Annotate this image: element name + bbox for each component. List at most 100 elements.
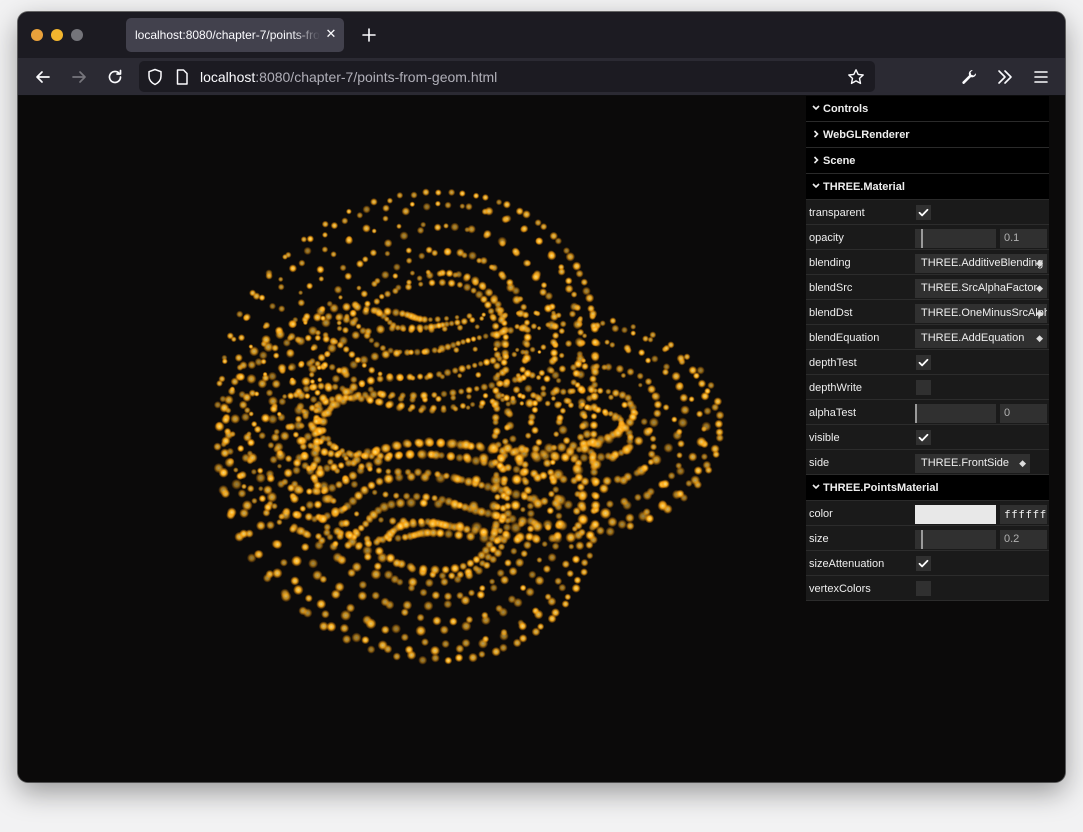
folder-controls[interactable]: Controls — [806, 96, 1049, 122]
folder-scene[interactable]: Scene — [806, 148, 1049, 174]
select-value: THREE.OneMinusSrcAlphaFactor — [921, 307, 1047, 319]
size-slider[interactable] — [915, 530, 996, 549]
particle-point — [561, 600, 570, 608]
particle-point — [333, 450, 342, 459]
particle-point — [234, 353, 243, 362]
window-maximize-button[interactable] — [71, 29, 83, 41]
transparent-checkbox[interactable] — [916, 205, 931, 220]
particle-point — [540, 343, 547, 351]
particle-point — [338, 335, 349, 346]
blendequation-select[interactable]: THREE.AddEquation ◆ — [915, 329, 1047, 348]
prop-opacity: opacity 0.1 — [806, 225, 1049, 250]
folder-webglrenderer[interactable]: WebGLRenderer — [806, 122, 1049, 148]
window-close-button[interactable] — [31, 29, 43, 41]
particle-point — [422, 202, 431, 211]
reload-button[interactable] — [105, 67, 125, 87]
color-hex-input[interactable]: ffffff — [1000, 505, 1047, 524]
folder-three-pointsmaterial[interactable]: THREE.PointsMaterial — [806, 475, 1049, 501]
particle-point — [304, 512, 314, 522]
particle-point — [277, 413, 286, 422]
opacity-input[interactable]: 0.1 — [1000, 229, 1047, 248]
sizeattenuation-checkbox[interactable] — [916, 556, 931, 571]
particle-point — [394, 472, 405, 483]
particle-point — [247, 452, 258, 463]
particle-point — [307, 325, 318, 336]
back-button[interactable] — [33, 67, 53, 87]
size-input[interactable]: 0.2 — [1000, 530, 1047, 549]
particle-point — [549, 312, 559, 322]
particle-point — [282, 253, 288, 260]
bookmark-star-button[interactable] — [846, 67, 866, 87]
particle-point — [575, 541, 585, 551]
particle-point — [405, 257, 413, 265]
blenddst-select[interactable]: THREE.OneMinusSrcAlphaFactor◆ — [915, 304, 1047, 323]
particle-point — [366, 375, 376, 386]
particle-point — [498, 512, 508, 522]
depthwrite-checkbox[interactable] — [916, 380, 931, 395]
opacity-slider[interactable] — [915, 229, 996, 248]
devtools-button[interactable] — [959, 67, 979, 87]
particle-point — [254, 549, 264, 560]
particle-point — [357, 590, 368, 601]
page-icon[interactable] — [172, 67, 192, 87]
particle-point — [265, 272, 273, 280]
particle-point — [549, 450, 559, 461]
particle-point — [477, 638, 489, 649]
visible-checkbox[interactable] — [916, 430, 931, 445]
chevron-right-icon — [813, 156, 819, 164]
particle-point — [310, 429, 320, 439]
prop-side: side THREE.FrontSide ◆ — [806, 450, 1049, 475]
tab-close-icon[interactable]: ✕ — [324, 27, 338, 41]
color-swatch[interactable] — [915, 505, 996, 524]
particle-point — [456, 372, 463, 379]
particle-point — [351, 561, 362, 573]
particle-point — [663, 344, 671, 352]
particle-point — [671, 371, 681, 382]
prop-label: blending — [809, 257, 851, 269]
app-menu-button[interactable] — [1031, 67, 1051, 87]
particle-point — [637, 348, 646, 357]
url-text[interactable]: localhost:8080/chapter-7/points-from-geo… — [200, 69, 497, 85]
window-minimize-button[interactable] — [51, 29, 63, 41]
particle-point — [393, 450, 404, 461]
particle-point — [443, 315, 450, 322]
particle-point — [443, 247, 453, 257]
alphatest-slider[interactable] — [915, 404, 996, 423]
particle-point — [286, 392, 295, 400]
particle-point — [334, 581, 345, 593]
side-select[interactable]: THREE.FrontSide ◆ — [915, 454, 1030, 473]
particle-point — [492, 361, 502, 370]
particle-point — [541, 540, 548, 548]
particle-point — [522, 259, 531, 268]
depthtest-checkbox[interactable] — [916, 355, 931, 370]
particle-point — [696, 366, 705, 375]
particle-point — [552, 485, 560, 494]
particle-point — [540, 223, 548, 231]
particle-point — [224, 457, 235, 468]
points-geometry-scene[interactable] — [18, 96, 806, 782]
particle-point — [677, 417, 689, 429]
particle-point — [564, 593, 572, 601]
particle-point — [406, 471, 417, 482]
particle-point — [549, 338, 558, 347]
alphatest-input[interactable]: 0 — [1000, 404, 1047, 423]
particle-point — [386, 499, 397, 510]
particle-point — [528, 570, 537, 579]
webgl-viewport[interactable]: Controls WebGLRenderer Scene THREE.Mater… — [18, 96, 1065, 782]
tab-active[interactable]: localhost:8080/chapter-7/points-from-geo… — [126, 18, 344, 52]
particle-point — [615, 364, 625, 374]
new-tab-button[interactable] — [360, 26, 378, 44]
prop-blending: blending THREE.AdditiveBlending ◆ — [806, 250, 1049, 275]
particle-point — [491, 646, 501, 657]
overflow-menu-button[interactable] — [995, 67, 1015, 87]
blending-select[interactable]: THREE.AdditiveBlending ◆ — [915, 254, 1047, 273]
particle-point — [478, 315, 485, 322]
particle-point — [322, 335, 331, 344]
folder-three-material[interactable]: THREE.Material — [806, 174, 1049, 200]
forward-button[interactable] — [69, 67, 89, 87]
vertexcolors-checkbox[interactable] — [916, 581, 931, 596]
blendsrc-select[interactable]: THREE.SrcAlphaFactor ◆ — [915, 279, 1047, 298]
shield-icon[interactable] — [145, 67, 165, 87]
particle-point — [350, 480, 359, 489]
address-bar[interactable]: localhost:8080/chapter-7/points-from-geo… — [139, 61, 875, 92]
